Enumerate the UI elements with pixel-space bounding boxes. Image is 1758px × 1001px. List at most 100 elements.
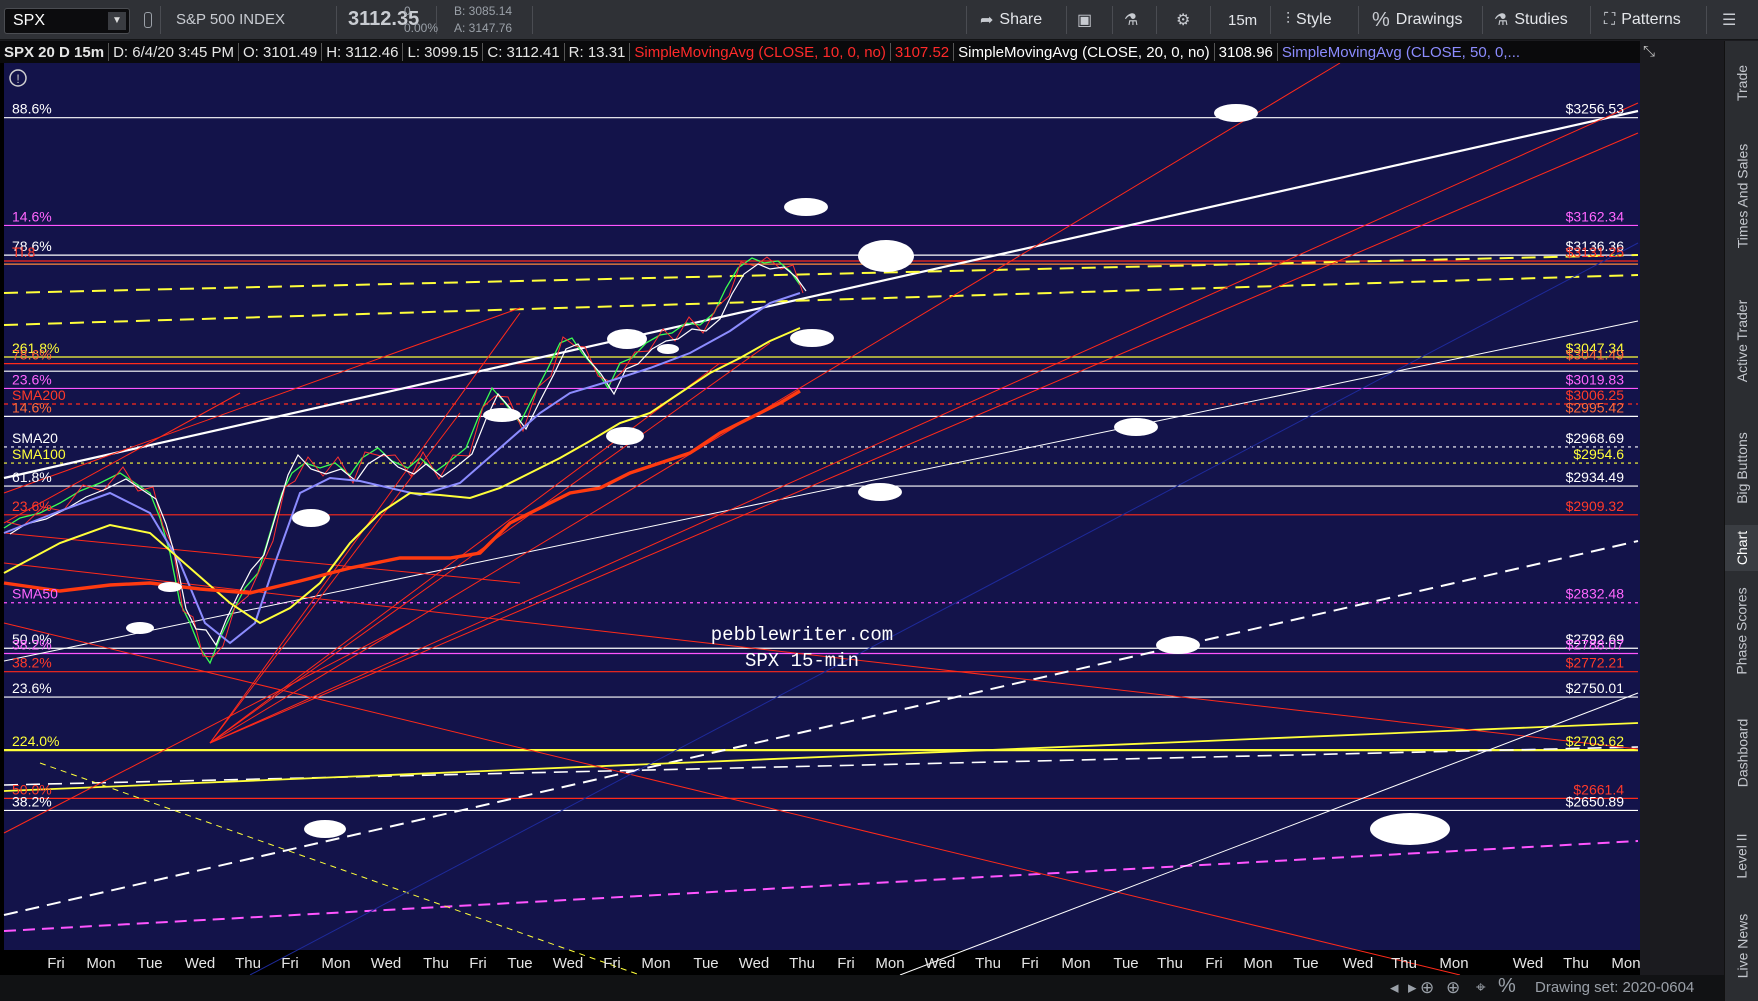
drawings-percent-icon[interactable]: % — [1498, 975, 1516, 998]
x-tick-label: Wed — [185, 955, 216, 972]
x-tick-label: Wed — [553, 955, 584, 972]
level-left-label: 14.6% — [12, 208, 52, 224]
sidebar-tab-times-and-sales[interactable]: Times And Sales — [1725, 131, 1758, 261]
studies-label: Studies — [1514, 11, 1568, 28]
level-right-label: $2934.49 — [1566, 469, 1625, 485]
x-tick-label: Tue — [507, 955, 532, 972]
level-right-label: $2968.69 — [1566, 430, 1625, 446]
sidebar-tab-live-news[interactable]: Live News — [1725, 901, 1758, 991]
timeframe-label: 15m — [1228, 11, 1258, 29]
menu-icon: ☰ — [1722, 12, 1737, 29]
sidebar-tab-chart[interactable]: Chart — [1725, 525, 1758, 571]
collapse-arrows-icon[interactable]: ⤡ — [1643, 43, 1655, 60]
x-tick-label: Tue — [1293, 955, 1318, 972]
link-icon[interactable] — [144, 12, 152, 28]
level-right-label: $2995.42 — [1566, 399, 1625, 415]
x-tick-label: Fri — [469, 955, 487, 972]
bar-low: L: 3099.15 — [407, 43, 479, 61]
share-icon: ➦ — [980, 12, 994, 29]
target-ellipse — [1370, 813, 1450, 845]
divider — [160, 6, 161, 34]
x-tick-label: Thu — [1157, 955, 1183, 972]
x-tick-label: Mon — [875, 955, 904, 972]
x-tick-label: Wed — [1513, 955, 1544, 972]
index-name: S&P 500 INDEX — [176, 11, 285, 28]
share-button[interactable]: ➦ Share — [980, 6, 1042, 34]
symbol-input[interactable]: SPX ▼ — [4, 8, 130, 34]
sidebar-tab-label: Times And Sales — [1734, 143, 1750, 249]
x-tick-label: Thu — [789, 955, 815, 972]
target-ellipse — [292, 509, 330, 527]
study-info-bar: SPX 20 D 15m D: 6/4/20 3:45 PM O: 3101.4… — [0, 41, 1640, 63]
target-ellipse — [858, 240, 914, 272]
target-ellipse — [784, 198, 828, 216]
level-left-label: 38.2% — [12, 793, 52, 809]
sidebar-tab-active-trader[interactable]: Active Trader — [1725, 273, 1758, 409]
bar-close: C: 3112.41 — [487, 43, 560, 61]
target-ellipse — [606, 427, 644, 445]
divider — [1210, 6, 1211, 34]
patterns-button[interactable]: ⛶ Patterns — [1604, 6, 1681, 34]
style-button[interactable]: ⫶ Style — [1286, 6, 1332, 34]
level-right-label: $2750.01 — [1566, 680, 1625, 696]
target-ellipse — [790, 329, 834, 347]
level-right-label: $2909.32 — [1566, 498, 1625, 514]
zoom-icon[interactable]: ⊕ — [1446, 978, 1460, 998]
chart-annotation: SPX 15-min — [745, 650, 859, 672]
x-tick-label: Tue — [1113, 955, 1138, 972]
menu-button[interactable]: ☰ — [1722, 6, 1736, 34]
sma50-label[interactable]: SimpleMovingAvg (CLOSE, 50, 0,... — [1278, 44, 1524, 61]
x-tick-label: Wed — [1343, 955, 1374, 972]
level-left-label: SMA20 — [12, 430, 58, 446]
x-tick-label: Mon — [641, 955, 670, 972]
price-chart[interactable]: 88.6% $3256.5314.6% $3162.3478.6% $3136.36T… — [0, 63, 1640, 975]
flask-button[interactable]: ⚗ — [1124, 6, 1138, 34]
sidebar-tab-dashboard[interactable]: Dashboard — [1725, 697, 1758, 809]
symbol-dropdown-icon[interactable]: ▼ — [108, 12, 126, 30]
divider — [1066, 6, 1067, 34]
sma20-label[interactable]: SimpleMovingAvg (CLOSE, 20, 0, no) — [954, 44, 1214, 61]
x-tick-label: Mon — [1611, 955, 1640, 972]
sma10-label[interactable]: SimpleMovingAvg (CLOSE, 10, 0, no) — [630, 44, 890, 61]
change-value-text: 0 — [404, 4, 411, 18]
level-right-label: $3256.53 — [1566, 101, 1625, 117]
flask-icon: ⚗ — [1124, 12, 1139, 29]
studies-button[interactable]: ⚗ Studies — [1494, 6, 1568, 34]
right-sidebar: Trade Times And Sales Active Trader Big But… — [1724, 41, 1758, 1001]
x-tick-label: Mon — [321, 955, 350, 972]
x-tick-label: Mon — [1439, 955, 1468, 972]
timeframe-button[interactable]: 15m — [1228, 6, 1257, 34]
divider — [1590, 6, 1591, 34]
scroll-left-icon[interactable]: ◂ — [1390, 978, 1399, 998]
sidebar-tab-phase-scores[interactable]: Phase Scores — [1725, 581, 1758, 681]
target-ellipse — [158, 582, 182, 592]
bar-date: D: 6/4/20 3:45 PM — [113, 43, 234, 61]
drawings-button[interactable]: % Drawings — [1372, 6, 1462, 34]
x-tick-label: Wed — [925, 955, 956, 972]
sidebar-tab-big-buttons[interactable]: Big Buttons — [1725, 421, 1758, 515]
settings-button[interactable]: ⚙ — [1176, 6, 1190, 34]
sidebar-tab-label: Trade — [1734, 64, 1750, 102]
level-right-label: $3041.49 — [1566, 347, 1625, 363]
x-tick-label: Wed — [371, 955, 402, 972]
change-pct: 0.00% — [404, 21, 439, 35]
chart-title: SPX 20 D 15m — [4, 43, 105, 61]
level-right-label: $3019.83 — [1566, 371, 1625, 387]
sidebar-tab-level-ii[interactable]: Level II — [1725, 821, 1758, 891]
level-left-label: 88.6% — [12, 101, 52, 117]
level-left-label: 224.0% — [12, 733, 59, 749]
target-ellipse — [483, 408, 521, 422]
target-ellipse — [1114, 418, 1158, 436]
symbol-text: SPX — [13, 12, 46, 29]
candles-icon: ⫶ — [1286, 11, 1291, 28]
sma20-value: 3108.96 — [1218, 43, 1273, 61]
flask-icon: ⚗ — [1494, 12, 1509, 29]
sidebar-tab-trade[interactable]: Trade — [1725, 51, 1758, 115]
scroll-right-icon[interactable]: ▸ — [1408, 978, 1417, 998]
pan-icon[interactable]: ⌖ — [1476, 978, 1486, 998]
target-ellipse — [1156, 636, 1200, 654]
crosshair-icon[interactable]: ⊕ — [1420, 978, 1434, 998]
snapshot-button[interactable]: ▣ — [1077, 6, 1092, 34]
sidebar-tab-label: Dashboard — [1734, 718, 1750, 788]
chart-area[interactable]: 88.6% $3256.53 14.6% $3162.34 78.6% $3136.36 T… — [0, 43, 1655, 975]
